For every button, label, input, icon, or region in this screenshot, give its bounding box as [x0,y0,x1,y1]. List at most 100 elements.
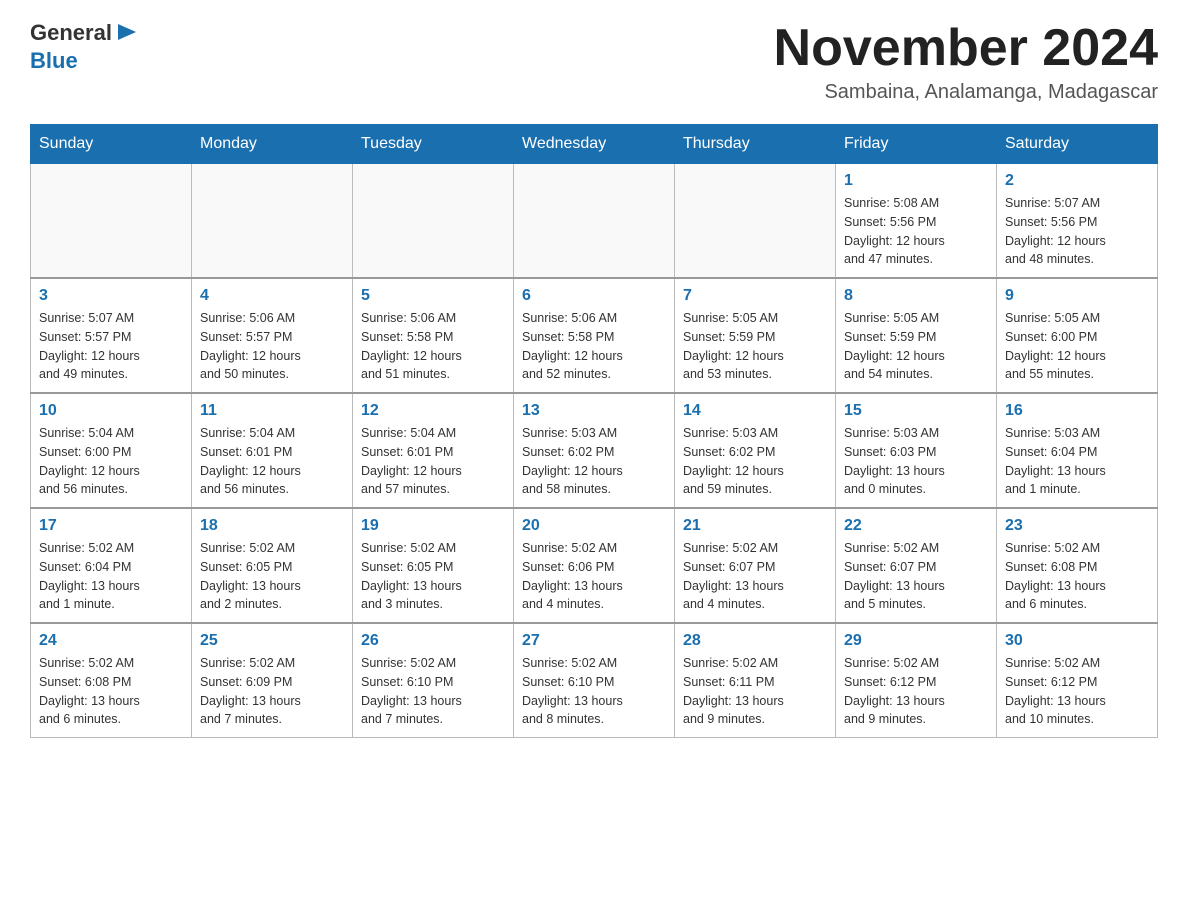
day-number: 15 [844,402,988,420]
day-number: 1 [844,172,988,190]
week-row-4: 17Sunrise: 5:02 AM Sunset: 6:04 PM Dayli… [31,508,1158,623]
calendar-cell: 24 Sunrise: 5:02 AM Sunset: 6:08 PM Dayli… [31,623,192,738]
logo-blue-text: Blue [30,48,78,73]
day-number: 8 [844,287,988,305]
calendar-cell: 30Sunrise: 5:02 AM Sunset: 6:12 PM Dayli… [997,623,1158,738]
calendar-cell: 19Sunrise: 5:02 AM Sunset: 6:05 PM Dayli… [353,508,514,623]
calendar-cell: 6Sunrise: 5:06 AM Sunset: 5:58 PM Daylig… [514,278,675,393]
calendar-cell: 29 Sunrise: 5:02 AM Sunset: 6:12 PM Dayli… [836,623,997,738]
header-monday: Monday [192,125,353,164]
header-tuesday: Tuesday [353,125,514,164]
calendar-cell: 26 Sunrise: 5:02 AM Sunset: 6:10 PM Dayli… [353,623,514,738]
week-row-1: 1 Sunrise: 5:08 AM Sunset: 5:56 PM Daylig… [31,164,1158,279]
calendar-header-row: SundayMondayTuesdayWednesdayThursdayFrid… [31,125,1158,164]
calendar-cell: 2 Sunrise: 5:07 AM Sunset: 5:56 PM Daylig… [997,164,1158,279]
logo-general-text: General [30,20,112,45]
calendar-cell: 8 Sunrise: 5:05 AM Sunset: 5:59 PM Daylig… [836,278,997,393]
calendar-cell: 15 Sunrise: 5:03 AM Sunset: 6:03 PM Dayli… [836,393,997,508]
day-info: Sunrise: 5:02 AM Sunset: 6:10 PM Dayligh… [522,654,666,729]
day-number: 28 [683,632,827,650]
day-info: Sunrise: 5:04 AM Sunset: 6:01 PM Dayligh… [361,424,505,499]
day-number: 30 [1005,632,1149,650]
day-number: 27 [522,632,666,650]
calendar-cell: 20Sunrise: 5:02 AM Sunset: 6:06 PM Dayli… [514,508,675,623]
day-info: Sunrise: 5:05 AM Sunset: 5:59 PM Dayligh… [683,309,827,384]
header: General Blue November 2024 Sambaina, Ana… [30,20,1158,104]
calendar-table: SundayMondayTuesdayWednesdayThursdayFrid… [30,124,1158,738]
day-number: 23 [1005,517,1149,535]
calendar-cell: 28 Sunrise: 5:02 AM Sunset: 6:11 PM Dayli… [675,623,836,738]
calendar-cell: 25 Sunrise: 5:02 AM Sunset: 6:09 PM Dayli… [192,623,353,738]
day-number: 3 [39,287,183,305]
day-number: 10 [39,402,183,420]
calendar-cell: 7 Sunrise: 5:05 AM Sunset: 5:59 PM Daylig… [675,278,836,393]
day-info: Sunrise: 5:06 AM Sunset: 5:58 PM Dayligh… [522,309,666,384]
day-number: 11 [200,402,344,420]
day-info: Sunrise: 5:06 AM Sunset: 5:58 PM Dayligh… [361,309,505,384]
day-info: Sunrise: 5:02 AM Sunset: 6:08 PM Dayligh… [1005,539,1149,614]
month-title: November 2024 [774,20,1158,77]
header-sunday: Sunday [31,125,192,164]
calendar-cell [514,164,675,279]
calendar-cell [31,164,192,279]
day-number: 20 [522,517,666,535]
calendar-cell: 12Sunrise: 5:04 AM Sunset: 6:01 PM Dayli… [353,393,514,508]
header-saturday: Saturday [997,125,1158,164]
day-info: Sunrise: 5:03 AM Sunset: 6:02 PM Dayligh… [522,424,666,499]
day-number: 9 [1005,287,1149,305]
day-number: 26 [361,632,505,650]
day-info: Sunrise: 5:02 AM Sunset: 6:04 PM Dayligh… [39,539,183,614]
calendar-cell: 10 Sunrise: 5:04 AM Sunset: 6:00 PM Dayli… [31,393,192,508]
day-info: Sunrise: 5:02 AM Sunset: 6:09 PM Dayligh… [200,654,344,729]
day-number: 29 [844,632,988,650]
day-info: Sunrise: 5:06 AM Sunset: 5:57 PM Dayligh… [200,309,344,384]
day-info: Sunrise: 5:02 AM Sunset: 6:12 PM Dayligh… [844,654,988,729]
day-info: Sunrise: 5:02 AM Sunset: 6:07 PM Dayligh… [683,539,827,614]
day-info: Sunrise: 5:03 AM Sunset: 6:02 PM Dayligh… [683,424,827,499]
day-number: 18 [200,517,344,535]
week-row-2: 3 Sunrise: 5:07 AM Sunset: 5:57 PM Daylig… [31,278,1158,393]
day-number: 2 [1005,172,1149,190]
logo: General Blue [30,20,142,74]
day-info: Sunrise: 5:02 AM Sunset: 6:11 PM Dayligh… [683,654,827,729]
calendar-cell: 18 Sunrise: 5:02 AM Sunset: 6:05 PM Dayli… [192,508,353,623]
week-row-5: 24 Sunrise: 5:02 AM Sunset: 6:08 PM Dayli… [31,623,1158,738]
logo-flag-icon [114,20,142,48]
day-number: 5 [361,287,505,305]
calendar-cell: 21Sunrise: 5:02 AM Sunset: 6:07 PM Dayli… [675,508,836,623]
day-info: Sunrise: 5:04 AM Sunset: 6:01 PM Dayligh… [200,424,344,499]
calendar-cell: 16 Sunrise: 5:03 AM Sunset: 6:04 PM Dayli… [997,393,1158,508]
day-info: Sunrise: 5:02 AM Sunset: 6:08 PM Dayligh… [39,654,183,729]
calendar-cell: 4 Sunrise: 5:06 AM Sunset: 5:57 PM Daylig… [192,278,353,393]
calendar-cell: 23 Sunrise: 5:02 AM Sunset: 6:08 PM Dayli… [997,508,1158,623]
day-info: Sunrise: 5:03 AM Sunset: 6:03 PM Dayligh… [844,424,988,499]
day-info: Sunrise: 5:07 AM Sunset: 5:57 PM Dayligh… [39,309,183,384]
day-info: Sunrise: 5:02 AM Sunset: 6:10 PM Dayligh… [361,654,505,729]
day-number: 19 [361,517,505,535]
calendar-cell: 14Sunrise: 5:03 AM Sunset: 6:02 PM Dayli… [675,393,836,508]
day-number: 16 [1005,402,1149,420]
header-wednesday: Wednesday [514,125,675,164]
day-number: 24 [39,632,183,650]
calendar-cell: 13 Sunrise: 5:03 AM Sunset: 6:02 PM Dayli… [514,393,675,508]
day-info: Sunrise: 5:02 AM Sunset: 6:05 PM Dayligh… [200,539,344,614]
header-thursday: Thursday [675,125,836,164]
calendar-cell [192,164,353,279]
day-number: 22 [844,517,988,535]
day-number: 7 [683,287,827,305]
day-info: Sunrise: 5:08 AM Sunset: 5:56 PM Dayligh… [844,194,988,269]
day-info: Sunrise: 5:02 AM Sunset: 6:07 PM Dayligh… [844,539,988,614]
calendar-cell [675,164,836,279]
day-info: Sunrise: 5:05 AM Sunset: 6:00 PM Dayligh… [1005,309,1149,384]
day-number: 13 [522,402,666,420]
day-info: Sunrise: 5:03 AM Sunset: 6:04 PM Dayligh… [1005,424,1149,499]
calendar-cell: 3 Sunrise: 5:07 AM Sunset: 5:57 PM Daylig… [31,278,192,393]
day-info: Sunrise: 5:07 AM Sunset: 5:56 PM Dayligh… [1005,194,1149,269]
day-number: 4 [200,287,344,305]
calendar-cell: 1 Sunrise: 5:08 AM Sunset: 5:56 PM Daylig… [836,164,997,279]
calendar-cell: 11 Sunrise: 5:04 AM Sunset: 6:01 PM Dayli… [192,393,353,508]
day-info: Sunrise: 5:04 AM Sunset: 6:00 PM Dayligh… [39,424,183,499]
day-info: Sunrise: 5:05 AM Sunset: 5:59 PM Dayligh… [844,309,988,384]
day-number: 25 [200,632,344,650]
title-area: November 2024 Sambaina, Analamanga, Mada… [774,20,1158,104]
